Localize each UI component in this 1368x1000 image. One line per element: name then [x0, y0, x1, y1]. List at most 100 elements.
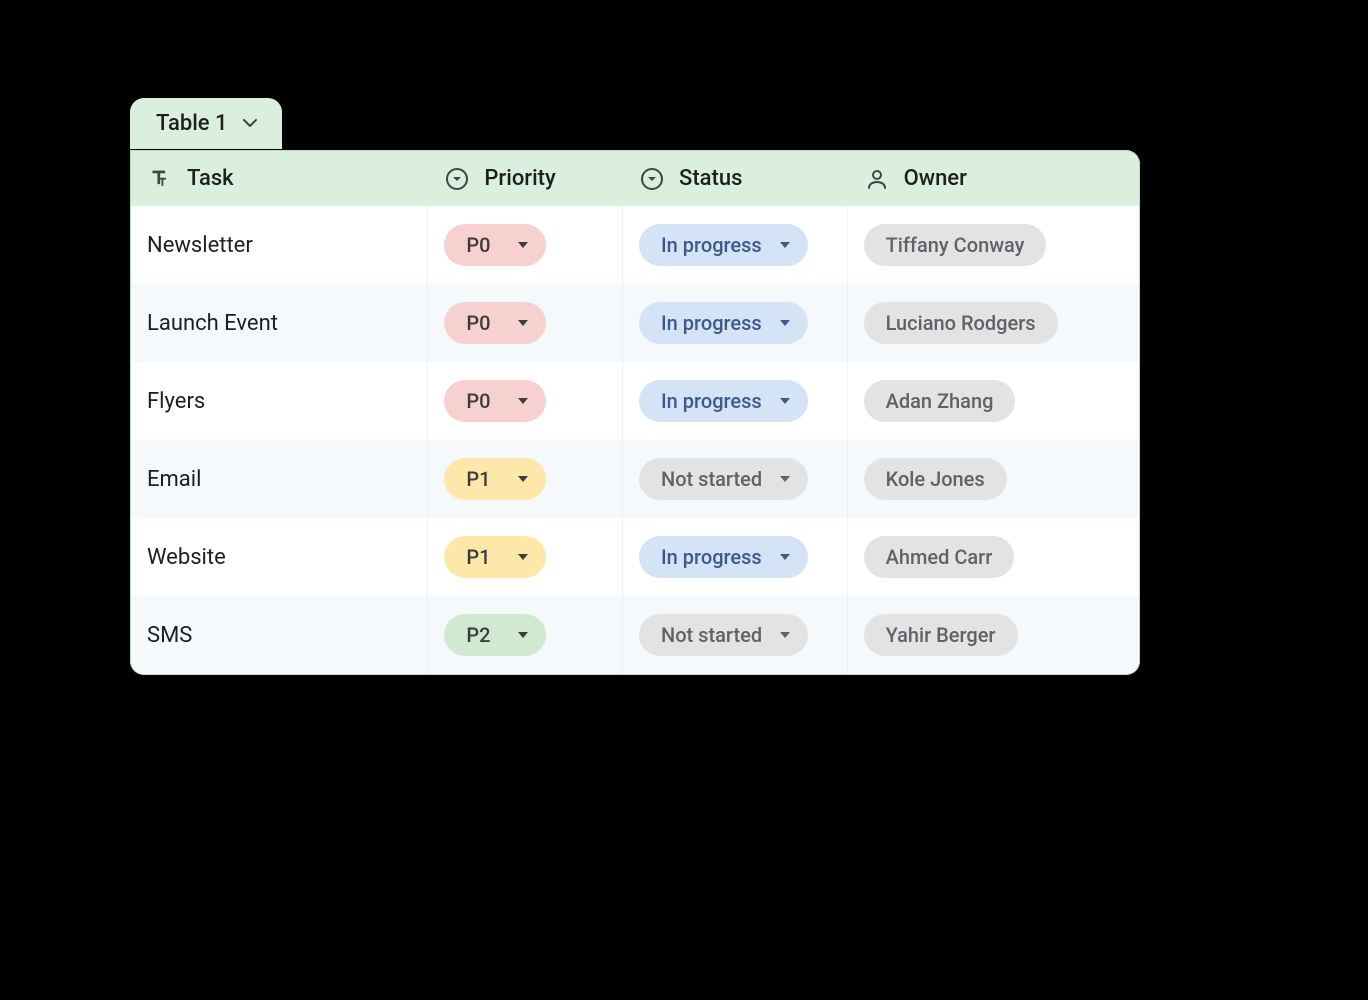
- cell-status: Not started: [623, 440, 848, 518]
- status-label: In progress: [661, 311, 762, 335]
- chevron-down-icon: [780, 320, 790, 326]
- dropdown-circle-icon: [444, 166, 470, 192]
- column-header-priority[interactable]: Priority: [428, 151, 623, 206]
- status-label: In progress: [661, 389, 762, 413]
- table-tab-label: Table 1: [156, 111, 228, 136]
- owner-label: Tiffany Conway: [886, 233, 1025, 257]
- priority-label: P1: [466, 545, 490, 569]
- cell-owner: Tiffany Conway: [848, 206, 1139, 284]
- cell-task[interactable]: SMS: [131, 596, 428, 674]
- dropdown-circle-icon: [639, 166, 665, 192]
- cell-priority: P1: [428, 440, 623, 518]
- cell-status: In progress: [623, 206, 848, 284]
- owner-chip[interactable]: Luciano Rodgers: [864, 302, 1058, 344]
- column-header-label: Owner: [904, 166, 967, 191]
- status-chip[interactable]: In progress: [639, 224, 808, 266]
- task-text: Flyers: [147, 389, 205, 414]
- text-format-icon: [147, 166, 173, 192]
- owner-chip[interactable]: Ahmed Carr: [864, 536, 1015, 578]
- task-text: Website: [147, 545, 226, 570]
- priority-label: P0: [466, 233, 490, 257]
- table-row: Email P1 Not started Kole Jones: [131, 440, 1139, 518]
- priority-chip[interactable]: P0: [444, 224, 546, 266]
- cell-priority: P2: [428, 596, 623, 674]
- column-header-owner[interactable]: Owner: [848, 151, 1139, 206]
- cell-task[interactable]: Flyers: [131, 362, 428, 440]
- column-header-task[interactable]: Task: [131, 151, 428, 206]
- cell-task[interactable]: Newsletter: [131, 206, 428, 284]
- owner-label: Kole Jones: [886, 467, 985, 491]
- cell-priority: P0: [428, 284, 623, 362]
- cell-status: Not started: [623, 596, 848, 674]
- priority-chip[interactable]: P1: [444, 536, 546, 578]
- chevron-down-icon: [518, 242, 528, 248]
- column-header-label: Priority: [484, 166, 555, 191]
- table-row: SMS P2 Not started Yahir Berger: [131, 596, 1139, 674]
- cell-owner: Luciano Rodgers: [848, 284, 1139, 362]
- chevron-down-icon: [518, 476, 528, 482]
- priority-label: P0: [466, 389, 490, 413]
- chevron-down-icon: [780, 632, 790, 638]
- owner-chip[interactable]: Tiffany Conway: [864, 224, 1047, 266]
- cell-status: In progress: [623, 284, 848, 362]
- cell-owner: Ahmed Carr: [848, 518, 1139, 596]
- priority-label: P0: [466, 311, 490, 335]
- owner-label: Luciano Rodgers: [886, 311, 1036, 335]
- chevron-down-icon: [780, 554, 790, 560]
- chevron-down-icon: [518, 632, 528, 638]
- status-label: In progress: [661, 233, 762, 257]
- priority-chip[interactable]: P0: [444, 380, 546, 422]
- cell-priority: P1: [428, 518, 623, 596]
- chevron-down-icon: [518, 398, 528, 404]
- cell-priority: P0: [428, 362, 623, 440]
- status-chip[interactable]: In progress: [639, 380, 808, 422]
- cell-owner: Yahir Berger: [848, 596, 1139, 674]
- task-text: Email: [147, 467, 201, 492]
- status-label: Not started: [661, 467, 762, 491]
- table-tab[interactable]: Table 1: [130, 98, 282, 149]
- status-label: Not started: [661, 623, 762, 647]
- owner-chip[interactable]: Kole Jones: [864, 458, 1007, 500]
- task-text: Newsletter: [147, 233, 253, 258]
- task-text: SMS: [147, 623, 192, 648]
- owner-label: Ahmed Carr: [886, 545, 993, 569]
- priority-label: P1: [466, 467, 490, 491]
- chevron-down-icon: [780, 242, 790, 248]
- priority-label: P2: [466, 623, 490, 647]
- cell-task[interactable]: Launch Event: [131, 284, 428, 362]
- table-body: Newsletter P0 In progress Tiffany Conway Lau…: [130, 206, 1140, 675]
- priority-chip[interactable]: P2: [444, 614, 546, 656]
- priority-chip[interactable]: P0: [444, 302, 546, 344]
- column-header-status[interactable]: Status: [623, 151, 848, 206]
- status-label: In progress: [661, 545, 762, 569]
- table-row: Website P1 In progress Ahmed Carr: [131, 518, 1139, 596]
- chevron-down-icon: [242, 116, 258, 132]
- cell-status: In progress: [623, 518, 848, 596]
- column-header-label: Status: [679, 166, 742, 191]
- task-text: Launch Event: [147, 311, 278, 336]
- cell-status: In progress: [623, 362, 848, 440]
- cell-priority: P0: [428, 206, 623, 284]
- cell-task[interactable]: Email: [131, 440, 428, 518]
- table-row: Flyers P0 In progress Adan Zhang: [131, 362, 1139, 440]
- status-chip[interactable]: Not started: [639, 458, 808, 500]
- owner-label: Adan Zhang: [886, 389, 994, 413]
- owner-chip[interactable]: Adan Zhang: [864, 380, 1016, 422]
- chevron-down-icon: [780, 476, 790, 482]
- chevron-down-icon: [518, 554, 528, 560]
- table-header-row: Task Priority Status Owner: [130, 150, 1140, 206]
- status-chip[interactable]: In progress: [639, 302, 808, 344]
- chevron-down-icon: [780, 398, 790, 404]
- cell-task[interactable]: Website: [131, 518, 428, 596]
- priority-chip[interactable]: P1: [444, 458, 546, 500]
- chevron-down-icon: [518, 320, 528, 326]
- person-icon: [864, 166, 890, 192]
- cell-owner: Kole Jones: [848, 440, 1139, 518]
- table-row: Newsletter P0 In progress Tiffany Conway: [131, 206, 1139, 284]
- status-chip[interactable]: In progress: [639, 536, 808, 578]
- column-header-label: Task: [187, 166, 234, 191]
- status-chip[interactable]: Not started: [639, 614, 808, 656]
- owner-label: Yahir Berger: [886, 623, 996, 647]
- cell-owner: Adan Zhang: [848, 362, 1139, 440]
- owner-chip[interactable]: Yahir Berger: [864, 614, 1018, 656]
